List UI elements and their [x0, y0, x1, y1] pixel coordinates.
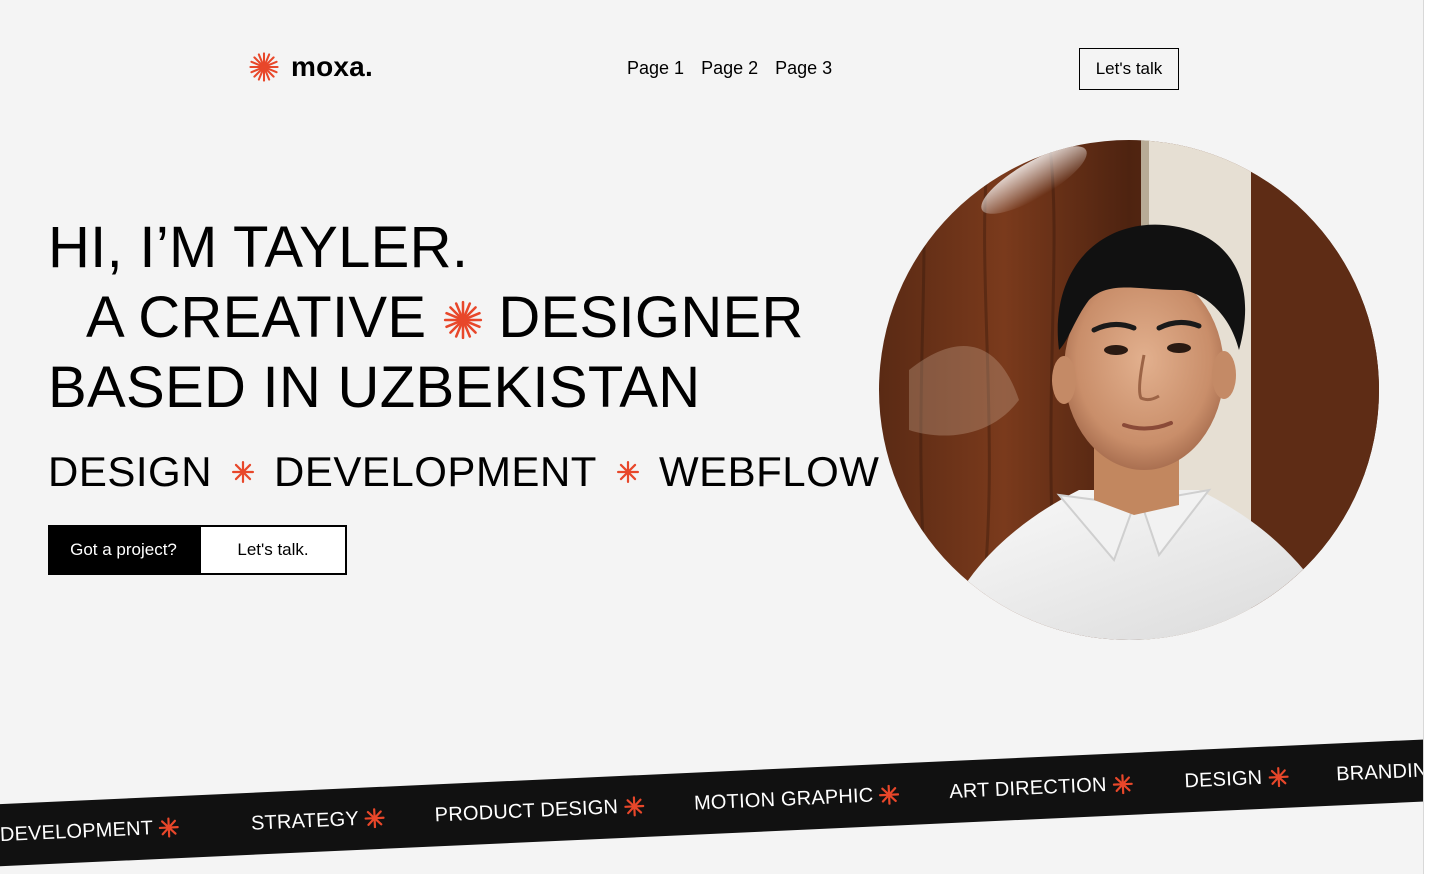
logo[interactable]: moxa. — [247, 50, 373, 84]
nav-item-page-2[interactable]: Page 2 — [701, 58, 758, 79]
service-development: DEVELOPMENT — [274, 448, 597, 495]
spark-icon — [879, 784, 900, 805]
marquee-item-label: STRATEGY — [250, 807, 360, 835]
hero-line-2: A CREATIVE DESIGNER — [48, 283, 804, 353]
scrollbar-edge — [1423, 0, 1427, 874]
hero-line-1: HI, I’M TAYLER. — [48, 215, 469, 280]
spark-icon — [364, 808, 385, 829]
hero-line-2-b: DESIGNER — [498, 285, 804, 350]
service-webflow: WEBFLOW — [658, 448, 880, 495]
marquee-item: BRANDING — [1336, 757, 1427, 786]
spark-icon — [616, 461, 639, 483]
portrait-illustration — [879, 140, 1379, 640]
marquee-item-label: MOTION GRAPHIC — [693, 784, 874, 815]
spark-icon — [624, 796, 645, 817]
marquee-item-label: PRODUCT DESIGN — [434, 795, 619, 826]
starburst-icon — [444, 300, 483, 340]
marquee-item: DESIGN — [1184, 765, 1289, 793]
page: moxa. Page 1 Page 2 Page 3 Let's talk HI… — [0, 0, 1427, 874]
portrait-photo — [879, 140, 1379, 640]
lets-talk-cta-button[interactable]: Let's talk. — [199, 525, 347, 575]
nav-item-page-3[interactable]: Page 3 — [775, 58, 832, 79]
cta-group: Got a project? Let's talk. — [48, 525, 347, 575]
spark-icon — [1268, 767, 1289, 788]
service-design: DESIGN — [48, 448, 213, 495]
marquee-item: PRODUCT DESIGN — [434, 794, 645, 826]
marquee-band: DEVELOPMENT STRATEGY PRODUCT DESIGN MOTION … — [0, 737, 1427, 868]
marquee-item-label: DESIGN — [1183, 766, 1263, 792]
lets-talk-button[interactable]: Let's talk — [1079, 48, 1179, 90]
marquee-item-label: DEVELOPMENT — [0, 816, 154, 846]
brand-name: moxa. — [291, 51, 373, 82]
hero-heading: HI, I’M TAYLER. A CREATIVE DESIGNER BASE… — [48, 213, 804, 423]
services-list: DESIGN DEVELOPMENT WEBFLOW — [48, 448, 879, 496]
got-a-project-button[interactable]: Got a project? — [48, 525, 199, 575]
spark-icon — [1112, 774, 1133, 795]
nav-item-page-1[interactable]: Page 1 — [627, 58, 684, 79]
marquee-item: ART DIRECTION — [949, 772, 1133, 803]
spark-icon — [232, 461, 255, 483]
hero-line-3: BASED IN UZBEKISTAN — [48, 355, 701, 420]
marquee-item: MOTION GRAPHIC — [694, 783, 900, 815]
hero-line-2-a: A CREATIVE — [86, 285, 427, 350]
main-nav: Page 1 Page 2 Page 3 — [627, 58, 832, 79]
marquee-item: STRATEGY — [251, 806, 386, 835]
spark-icon — [159, 817, 180, 838]
marquee-item-label: BRANDING — [1335, 758, 1427, 785]
marquee-item: DEVELOPMENT — [0, 816, 180, 847]
starburst-icon — [249, 52, 279, 82]
marquee-item-label: ART DIRECTION — [948, 773, 1108, 803]
